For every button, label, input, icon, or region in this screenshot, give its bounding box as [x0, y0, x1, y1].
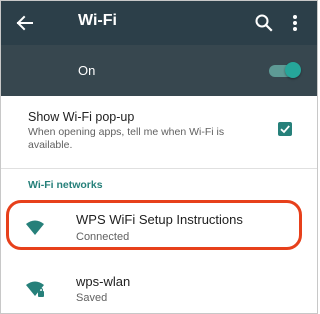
network-name: WPS WiFi Setup Instructions — [76, 212, 243, 227]
wifi-popup-setting[interactable]: Show Wi-Fi pop-up When opening apps, tel… — [1, 96, 317, 168]
search-icon[interactable] — [253, 12, 275, 34]
wifi-toggle[interactable] — [267, 62, 301, 80]
network-name: wps-wlan — [76, 274, 131, 289]
network-status: Saved — [76, 292, 108, 304]
wifi-switch-label: On — [78, 63, 96, 78]
page-title: Wi-Fi — [78, 12, 117, 29]
network-item[interactable]: WPS WiFi Setup Instructions Connected — [1, 199, 317, 251]
wifi-settings-screen: Wi-Fi On Show Wi-Fi pop-up When opening … — [0, 0, 318, 314]
more-vert-icon[interactable] — [288, 11, 302, 35]
section-header: Wi-Fi networks — [28, 179, 103, 191]
toggle-thumb — [285, 62, 301, 78]
wifi-signal-locked-icon — [25, 281, 45, 299]
wifi-signal-full-icon — [25, 220, 45, 238]
arrow-back-icon[interactable] — [12, 11, 36, 35]
network-status: Connected — [76, 231, 130, 243]
setting-title: Show Wi-Fi pop-up — [28, 110, 135, 124]
network-item[interactable]: wps-wlan Saved — [1, 263, 317, 313]
divider — [1, 168, 317, 169]
app-toolbar: Wi-Fi — [1, 1, 317, 45]
setting-description: When opening apps, tell me when Wi-Fi is… — [28, 126, 225, 151]
wifi-master-switch-bar[interactable]: On — [1, 45, 317, 96]
popup-checkbox[interactable] — [278, 122, 292, 136]
